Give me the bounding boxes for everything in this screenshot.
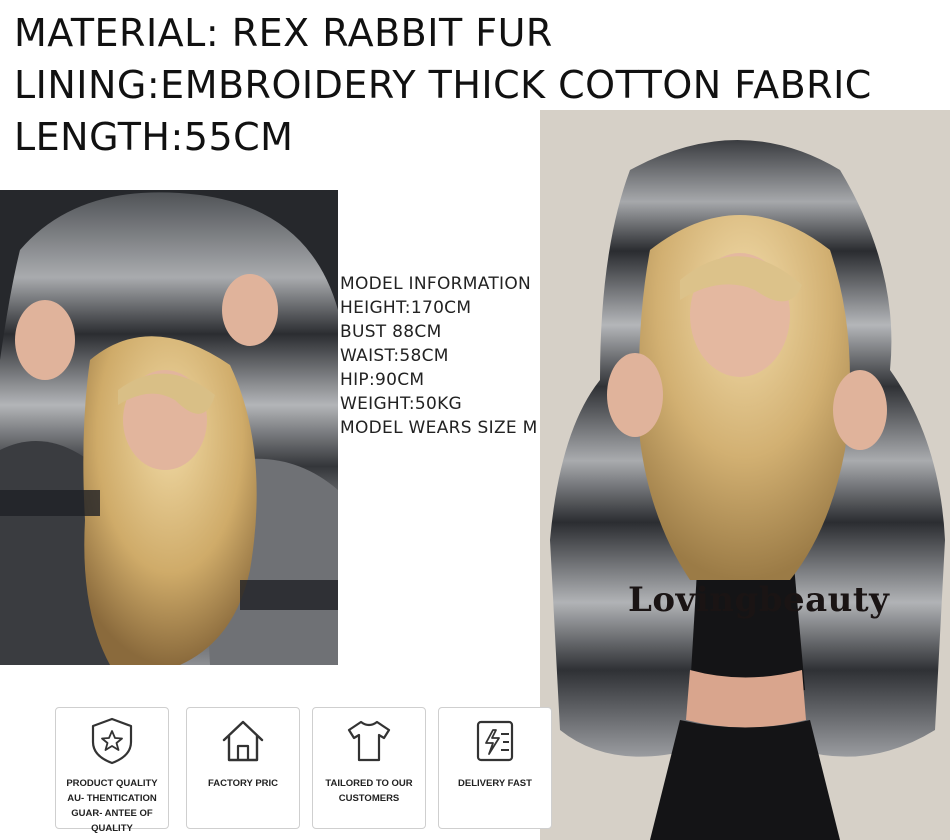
- model-info-waist: WAIST:58CM: [340, 346, 449, 366]
- tshirt-icon: [347, 720, 391, 762]
- model-info-bust: BUST 88CM: [340, 322, 442, 342]
- model-info-hip: HIP:90CM: [340, 370, 425, 390]
- length-heading: LENGTH:55CM: [14, 115, 294, 159]
- lining-heading: LINING:EMBROIDERY THICK COTTON FABRIC: [14, 63, 872, 107]
- house-icon: [222, 720, 264, 762]
- brand-watermark: Lovingbeauty: [628, 580, 890, 620]
- lightning-box-icon: [476, 720, 514, 762]
- model-info-weight: WEIGHT:50KG: [340, 394, 463, 414]
- badge-tailored-label: TAILORED TO OUR CUSTOMERS: [325, 778, 413, 804]
- model-info-title: MODEL INFORMATION: [340, 274, 532, 294]
- badge-factory-price-label: FACTORY PRIC: [207, 778, 279, 789]
- badge-product-quality-label: PRODUCT QUALITY AU- THENTICATION GUAR- A…: [66, 778, 158, 834]
- model-photo-left: [0, 190, 338, 665]
- model-info-size: MODEL WEARS SIZE M: [340, 418, 538, 438]
- badge-factory-price: FACTORY PRIC: [186, 707, 300, 829]
- model-photo-right: [540, 110, 950, 840]
- shield-star-icon: [91, 717, 133, 765]
- material-heading: MATERIAL: REX RABBIT FUR: [14, 11, 553, 55]
- badge-tailored: TAILORED TO OUR CUSTOMERS: [312, 707, 426, 829]
- badge-delivery-fast-label: DELIVERY FAST: [458, 778, 532, 789]
- model-information-block: MODEL INFORMATION HEIGHT:170CM BUST 88CM…: [340, 272, 538, 440]
- badge-delivery-fast: DELIVERY FAST: [438, 707, 552, 829]
- badge-product-quality: PRODUCT QUALITY AU- THENTICATION GUAR- A…: [55, 707, 169, 834]
- fur-hood-illustration-left: [0, 190, 338, 665]
- model-info-height: HEIGHT:170CM: [340, 298, 472, 318]
- fur-coat-illustration-right: [540, 110, 950, 840]
